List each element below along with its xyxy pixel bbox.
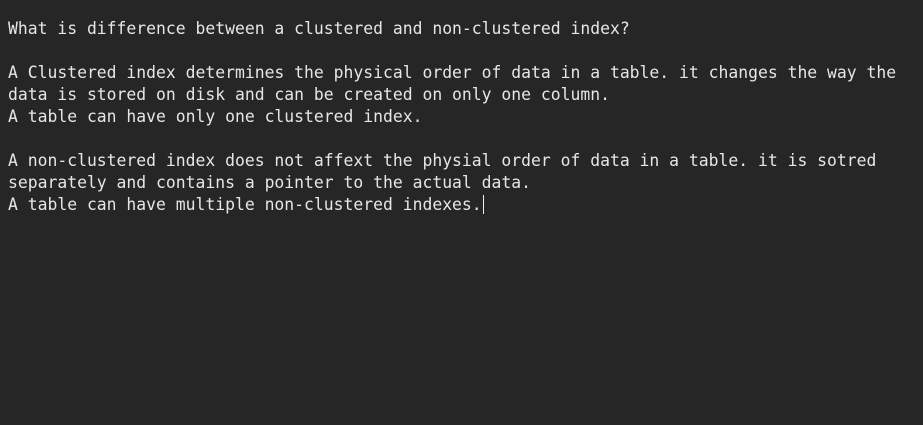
editor-line-nonclustered-2: separately and contains a pointer to the… bbox=[8, 173, 532, 192]
editor-line-nonclustered-1: A non-clustered index does not affext th… bbox=[8, 151, 877, 170]
editor-line-blank bbox=[8, 128, 915, 150]
editor-line-last-text: A table can have multiple non-clustered … bbox=[8, 195, 482, 214]
editor-line-clustered-3: A table can have only one clustered inde… bbox=[8, 107, 423, 126]
editor-line-clustered-1: A Clustered index determines the physica… bbox=[8, 63, 897, 82]
editor-line-question: What is difference between a clustered a… bbox=[8, 19, 630, 38]
text-editor-area[interactable]: What is difference between a clustered a… bbox=[0, 0, 923, 425]
text-cursor bbox=[482, 195, 484, 214]
editor-line-blank bbox=[8, 40, 915, 62]
editor-line-clustered-2: data is stored on disk and can be create… bbox=[8, 85, 610, 104]
editor-line-last: A table can have multiple non-clustered … bbox=[8, 194, 915, 216]
